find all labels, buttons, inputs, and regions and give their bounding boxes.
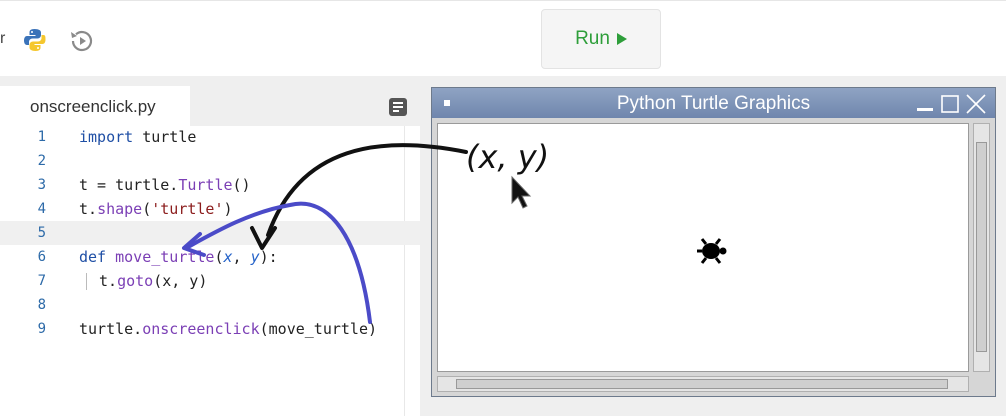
black-arrow	[266, 143, 468, 237]
black-arrowhead	[250, 226, 277, 250]
annotation-arrows	[182, 143, 468, 324]
blue-arrow	[186, 201, 372, 324]
